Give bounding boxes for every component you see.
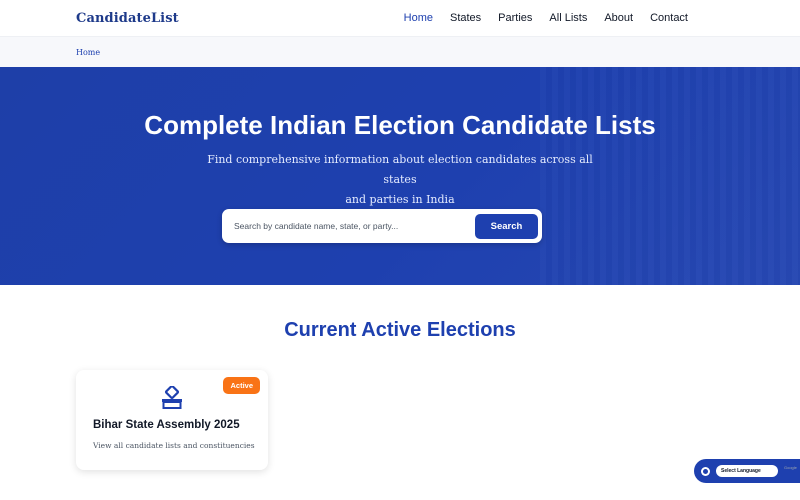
section-title-active-elections: Current Active Elections: [284, 319, 516, 341]
brand-logo[interactable]: CandidateList: [76, 11, 179, 26]
breadcrumb-home[interactable]: Home: [76, 48, 100, 57]
google-brand: Google: [784, 464, 797, 470]
hero-subtitle: Find comprehensive information about ele…: [200, 150, 600, 210]
breadcrumb: Home: [0, 36, 800, 67]
search-bar: Search: [222, 209, 542, 243]
nav-link-states[interactable]: States: [450, 12, 481, 24]
site-header: CandidateList Home States Parties All Li…: [0, 0, 800, 36]
hero-section: Complete Indian Election Candidate Lists…: [0, 67, 800, 285]
main-nav: Home States Parties All Lists About Cont…: [387, 12, 688, 24]
globe-icon: [701, 466, 710, 476]
status-badge: Active: [223, 377, 260, 394]
search-button[interactable]: Search: [475, 213, 538, 239]
nav-link-all-lists[interactable]: All Lists: [549, 12, 587, 24]
nav-link-contact[interactable]: Contact: [650, 12, 688, 24]
nav-link-about[interactable]: About: [604, 12, 633, 24]
hero-subtitle-line-1: Find comprehensive information about ele…: [207, 153, 593, 186]
language-widget: Select Language Google: [694, 459, 800, 483]
card-description: View all candidate lists and constituenc…: [93, 441, 255, 450]
nav-link-home[interactable]: Home: [404, 12, 433, 24]
card-title: Bihar State Assembly 2025: [93, 419, 240, 431]
ballot-box-icon: [162, 386, 182, 409]
hero-subtitle-line-2: and parties in India: [345, 193, 455, 206]
election-card-bihar[interactable]: Active Bihar State Assembly 2025 View al…: [76, 370, 268, 470]
nav-link-parties[interactable]: Parties: [498, 12, 532, 24]
language-select[interactable]: Select Language: [716, 465, 778, 477]
hero-title: Complete Indian Election Candidate Lists: [144, 110, 656, 140]
search-input[interactable]: [234, 221, 475, 231]
